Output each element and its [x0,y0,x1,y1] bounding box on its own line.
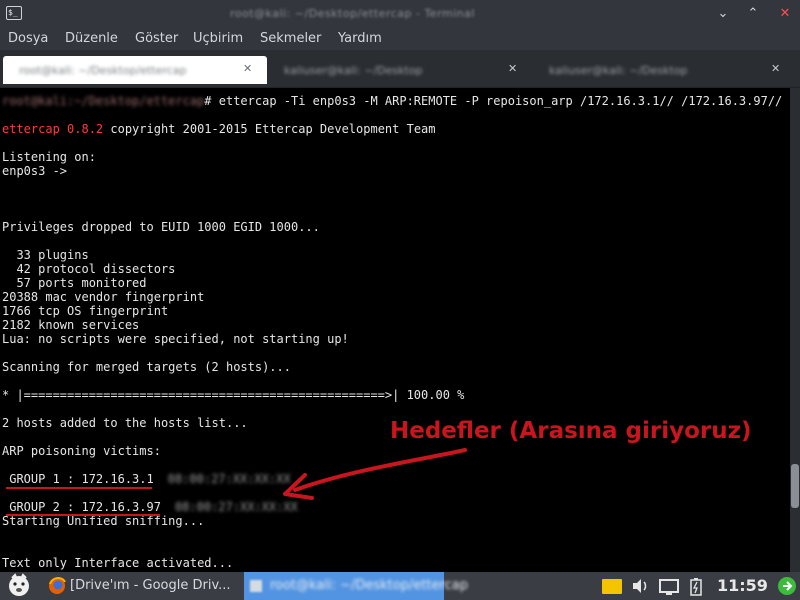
menu-view[interactable]: Göster [135,31,178,46]
taskbar-browser-item[interactable]: [Drive'ım - Google Driv... [70,578,231,593]
group2-underline [6,514,160,516]
group2-text: GROUP 2 : 172.16.3.97 [2,500,161,514]
command-line: root@kali:~/Desktop/ettercap# ettercap -… [2,94,782,108]
scanning-line: Scanning for merged targets (2 hosts)... [2,360,291,374]
banner-line: ettercap 0.8.2 copyright 2001-2015 Etter… [2,122,436,136]
lua-line: Lua: no scripts were specified, not star… [2,332,349,346]
progress-line: * |=====================================… [2,388,465,402]
text-only-line: Text only Interface activated... [2,556,234,570]
services-line: 2182 known services [2,318,140,332]
terminal-app-icon: $_ [6,6,22,20]
taskbar-terminal-item[interactable]: root@kali: ~/Desktop/ettercap [244,572,468,600]
clock: 11:59 [717,576,768,595]
ports-line: 57 ports monitored [2,276,147,290]
power-icon[interactable] [776,572,798,600]
title-bar: $_ root@kali: ~/Desktop/ettercap - Termi… [0,0,800,28]
minimize-button[interactable]: ⌄ [714,5,732,23]
interface-line: enp0s3 -> [2,164,68,178]
start-menu-icon[interactable] [4,572,34,600]
command-text: # ettercap -Ti enp0s3 -M ARP:REMOTE -P r… [204,94,783,108]
tab-1-close-icon[interactable]: ✕ [243,62,252,75]
group1-text: GROUP 1 : 172.16.3.1 [2,472,154,486]
scrollbar-thumb[interactable] [791,464,799,508]
group1-underline [6,487,152,489]
plugins-line: 33 plugins [2,248,89,262]
listening-line: Listening on: [2,150,96,164]
dissectors-line: 42 protocol dissectors [2,262,176,276]
window-title: root@kali: ~/Desktop/ettercap - Terminal [230,7,475,20]
annotation-arrow [283,448,467,500]
group2-line: GROUP 2 : 172.16.3.97 08:00:27:XX:XX:XX [2,500,298,514]
menu-file[interactable]: Dosya [8,31,48,46]
display-icon[interactable] [658,572,680,600]
volume-icon[interactable] [630,572,650,600]
menu-tabs[interactable]: Sekmeler [260,31,321,46]
taskbar-terminal-label: root@kali: ~/Desktop/ettercap [270,578,468,593]
tcp-os-line: 1766 tcp OS fingerprint [2,304,169,318]
tab-2[interactable]: kaliuser@kali: ~/Desktop ✕ [268,56,532,84]
privileges-line: Privileges dropped to EUID 1000 EGID 100… [2,220,320,234]
tab-bar: root@kali: ~/Desktop/ettercap ✕ kaliuser… [0,50,800,88]
banner-rest: copyright 2001-2015 Ettercap Development… [103,122,436,136]
notification-icon[interactable] [602,579,622,594]
tab-1[interactable]: root@kali: ~/Desktop/ettercap ✕ [3,56,267,84]
tab-2-label: kaliuser@kali: ~/Desktop [284,64,423,77]
tab-1-label: root@kali: ~/Desktop/ettercap [19,64,187,77]
menu-terminal[interactable]: Uçbirim [193,31,243,46]
banner-name: ettercap 0.8.2 [2,122,104,136]
taskbar: [Drive'ım - Google Driv... root@kali: ~/… [0,572,800,600]
tab-3[interactable]: kaliuser@kali: ~/Desktop ✕ [533,56,795,84]
tab-3-label: kaliuser@kali: ~/Desktop [549,64,688,77]
terminal-task-icon [250,580,262,592]
victims-line: ARP poisoning victims: [2,444,161,458]
menu-bar: Dosya Düzenle Göster Uçbirim Sekmeler Ya… [0,28,800,50]
menu-help[interactable]: Yardım [338,31,382,46]
group1-line: GROUP 1 : 172.16.3.1 08:00:27:XX:XX:XX [2,472,290,486]
tab-2-close-icon[interactable]: ✕ [508,62,517,75]
starting-sniffing-line: Starting Unified sniffing... [2,514,205,528]
prompt-user: root@kali:~/Desktop/ettercap [2,94,205,108]
close-window-button[interactable]: ✕ [776,5,794,23]
mac-vendor-line: 20388 mac vendor fingerprint [2,290,205,304]
firefox-icon [49,577,66,594]
tab-3-close-icon[interactable]: ✕ [771,62,780,75]
hosts-added-line: 2 hosts added to the hosts list... [2,416,248,430]
battery-icon[interactable] [688,572,704,600]
maximize-button[interactable]: ⌃ [744,5,762,23]
menu-edit[interactable]: Düzenle [65,31,118,46]
